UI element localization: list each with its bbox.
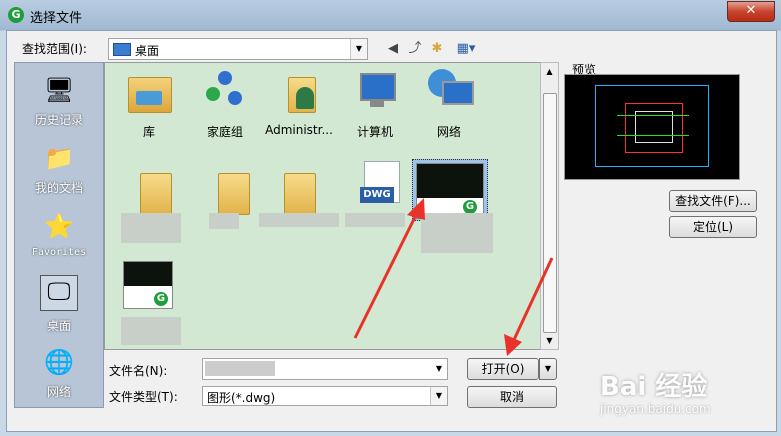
arrowhead-open-icon — [504, 334, 522, 356]
watermark-url: jingyan.baidu.com — [600, 402, 711, 416]
annotation-arrow-thumbnail — [353, 206, 422, 339]
annotation-arrow-open — [510, 257, 554, 345]
arrowhead-thumbnail-icon — [407, 198, 425, 220]
watermark-logo: Bai 经验 — [600, 372, 708, 402]
dialog-window: G 选择文件 ✕ 查找范围(I): 桌面 ▼ ◀ ⤴ ✱ ▦▾ 🖥 历史记录 📁… — [0, 0, 781, 436]
